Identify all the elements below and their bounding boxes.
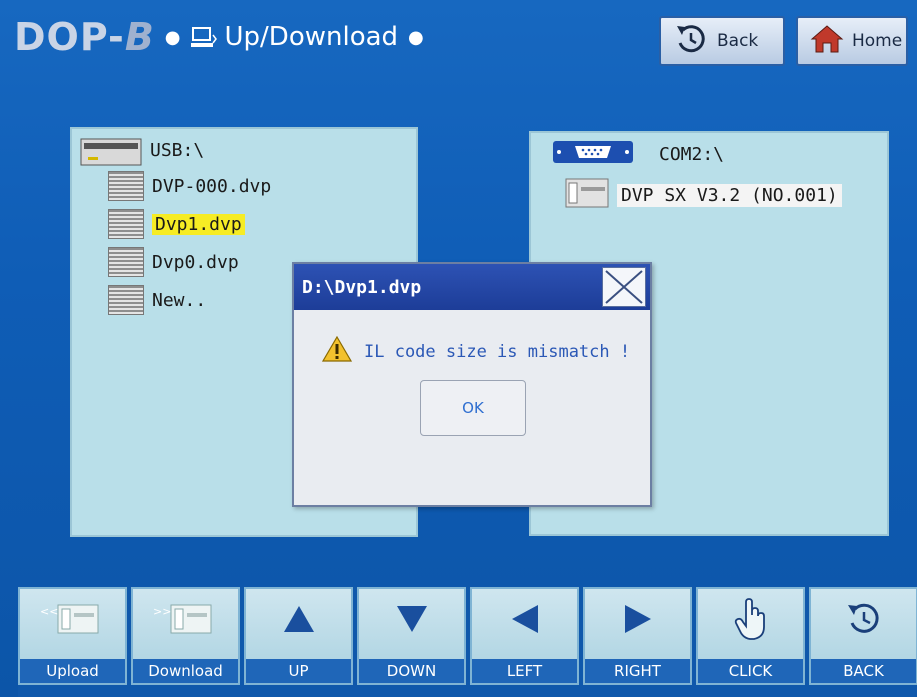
plc-device-icon — [565, 177, 609, 214]
file-item[interactable]: Dvp0.dvp — [108, 247, 239, 277]
hand-pointer-icon — [734, 597, 768, 645]
usb-root-label: USB:\ — [150, 139, 205, 161]
down-button[interactable]: DOWN — [357, 587, 466, 685]
dialog-message: IL code size is mismatch ! — [364, 341, 631, 362]
bullet-separator: ● — [164, 26, 181, 48]
up-label: UP — [246, 659, 351, 683]
device-item[interactable]: DVP SX V3.2 (NO.001) — [565, 177, 842, 214]
ok-button[interactable]: OK — [420, 380, 526, 436]
upload-icon: << — [38, 599, 108, 643]
svg-text:>>: >> — [153, 605, 171, 618]
error-dialog: D:\Dvp1.dvp IL code size is mismatch ! O… — [292, 262, 652, 507]
usb-root-row[interactable]: USB:\ — [80, 131, 204, 169]
dialog-close-button[interactable] — [602, 267, 646, 307]
serial-port-icon — [553, 137, 633, 172]
click-button[interactable]: CLICK — [696, 587, 805, 685]
warning-icon — [321, 335, 353, 367]
back-arrow-icon — [673, 21, 709, 62]
up-button[interactable]: UP — [244, 587, 353, 685]
download-label: Download — [133, 659, 238, 683]
click-label: CLICK — [698, 659, 803, 683]
file-item-selected[interactable]: Dvp1.dvp — [108, 209, 245, 239]
back-button[interactable]: Back — [659, 16, 785, 66]
left-button[interactable]: LEFT — [470, 587, 579, 685]
back-toolbar-label: BACK — [811, 659, 916, 683]
left-label: LEFT — [472, 659, 577, 683]
file-name: Dvp0.dvp — [152, 251, 239, 273]
arrow-up-icon — [282, 604, 316, 638]
upload-button[interactable]: << Upload — [18, 587, 127, 685]
download-button[interactable]: >> Download — [131, 587, 240, 685]
brand-logo: DOP-B — [14, 15, 155, 59]
right-label: RIGHT — [585, 659, 690, 683]
dialog-title: D:\Dvp1.dvp — [302, 276, 422, 298]
computer-icon — [190, 27, 217, 47]
file-icon — [108, 247, 144, 277]
close-icon — [605, 270, 643, 304]
back-toolbar-button[interactable]: BACK — [809, 587, 917, 685]
down-label: DOWN — [359, 659, 464, 683]
svg-text:<<: << — [40, 605, 58, 618]
home-icon — [810, 24, 844, 59]
file-name: New.. — [152, 289, 207, 311]
home-button[interactable]: Home — [796, 16, 908, 66]
com-root-label: COM2:\ — [659, 144, 725, 165]
download-icon: >> — [151, 599, 221, 643]
arrow-down-icon — [395, 604, 429, 638]
bullet-separator: ● — [408, 26, 424, 48]
right-button[interactable]: RIGHT — [583, 587, 692, 685]
dialog-message-row: IL code size is mismatch ! — [321, 335, 631, 367]
drive-icon — [80, 131, 142, 169]
back-button-label: Back — [717, 31, 759, 51]
dialog-title-bar: D:\Dvp1.dvp — [294, 264, 650, 310]
home-button-label: Home — [852, 31, 903, 51]
arrow-left-icon — [510, 603, 540, 639]
file-icon — [108, 285, 144, 315]
header: DOP-B ● Up/Download ● — [14, 14, 424, 60]
hmi-screen: DOP-B ● Up/Download ● Back Home USB:\ DV… — [0, 0, 917, 697]
bottom-toolbar: << Upload >> Download UP DOWN LEFT RIGHT… — [18, 587, 917, 697]
arrow-right-icon — [623, 603, 653, 639]
file-name: Dvp1.dvp — [152, 213, 245, 235]
file-item[interactable]: New.. — [108, 285, 206, 315]
device-name: DVP SX V3.2 (NO.001) — [617, 184, 842, 207]
file-icon — [108, 209, 144, 239]
upload-label: Upload — [20, 659, 125, 683]
file-name: DVP-000.dvp — [152, 175, 272, 197]
back-arrow-icon — [844, 599, 884, 643]
file-icon — [108, 171, 144, 201]
com-root-row[interactable]: COM2:\ — [553, 137, 724, 172]
file-item[interactable]: DVP-000.dvp — [108, 171, 271, 201]
page-title: Up/Download — [224, 22, 399, 52]
